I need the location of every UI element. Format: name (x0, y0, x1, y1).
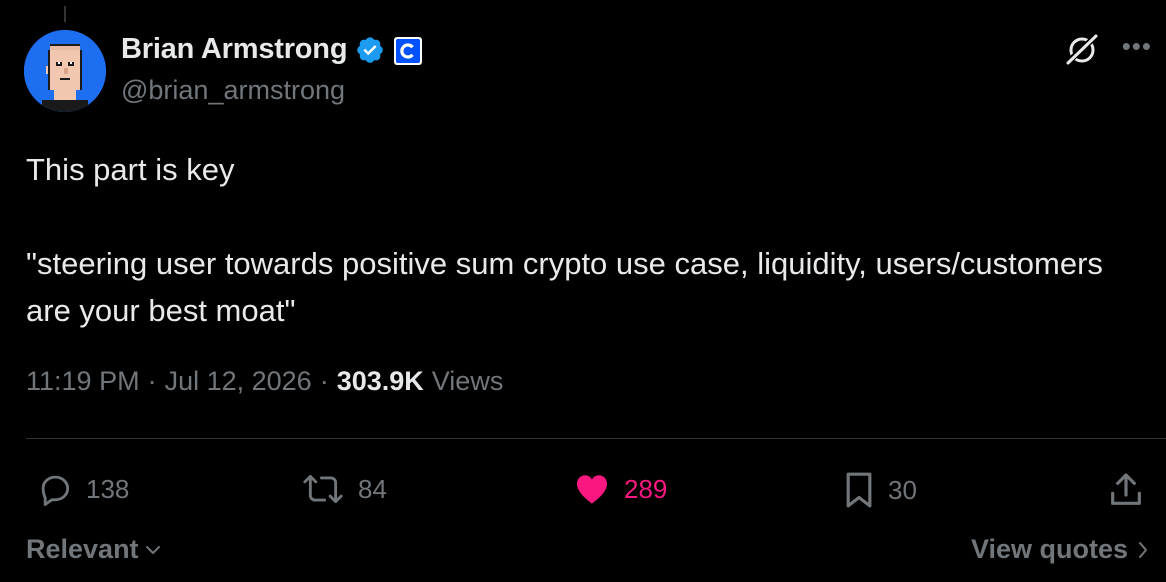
repost-icon (303, 474, 343, 504)
sort-replies-dropdown[interactable]: Relevant (26, 534, 163, 565)
tweet-meta: 11:19 PM · Jul 12, 2026 · 303.9K Views (26, 366, 503, 397)
author-name-row: Brian Armstrong (121, 33, 423, 66)
chevron-down-icon (145, 545, 160, 554)
author-display-name[interactable]: Brian Armstrong (121, 33, 348, 66)
tweet-text: This part is key "steering user towards … (26, 152, 1103, 328)
like-button[interactable]: 289 (572, 470, 667, 508)
heart-icon (576, 475, 608, 504)
views-count: 303.9K (336, 366, 424, 396)
divider (26, 438, 1166, 439)
view-quotes-link[interactable]: View quotes (971, 534, 1150, 565)
sort-label: Relevant (26, 534, 139, 564)
more-options-icon[interactable]: ••• (1122, 33, 1152, 64)
tweet-date[interactable]: Jul 12, 2026 (165, 366, 312, 397)
chevron-right-icon (1139, 541, 1147, 558)
bookmark-button[interactable]: 30 (842, 470, 917, 510)
views-label: Views (431, 366, 504, 396)
reply-icon (41, 475, 70, 506)
bookmark-count: 30 (888, 474, 917, 505)
verified-badge-icon[interactable] (355, 35, 385, 65)
meta-separator: · (319, 366, 329, 396)
author-handle[interactable]: @brian_armstrong (121, 75, 345, 106)
pixel-punk-avatar-icon (24, 30, 106, 112)
coinbase-logo-icon[interactable] (393, 36, 423, 65)
thread-connector-line (64, 6, 66, 22)
top-actions: ••• (1062, 30, 1152, 70)
share-icon (1111, 473, 1141, 505)
reply-button[interactable]: 138 (36, 470, 129, 508)
meta-separator: · (147, 366, 157, 396)
reply-count: 138 (86, 473, 130, 504)
grok-icon[interactable] (1062, 30, 1102, 70)
repost-button[interactable]: 84 (300, 470, 387, 508)
bookmark-icon (846, 472, 872, 508)
avatar[interactable] (24, 30, 106, 112)
view-quotes-label: View quotes (970, 534, 1128, 564)
tweet-time[interactable]: 11:19 PM (26, 366, 140, 397)
like-count: 289 (624, 473, 668, 504)
repost-count: 84 (358, 473, 387, 504)
share-button[interactable] (1106, 470, 1146, 510)
